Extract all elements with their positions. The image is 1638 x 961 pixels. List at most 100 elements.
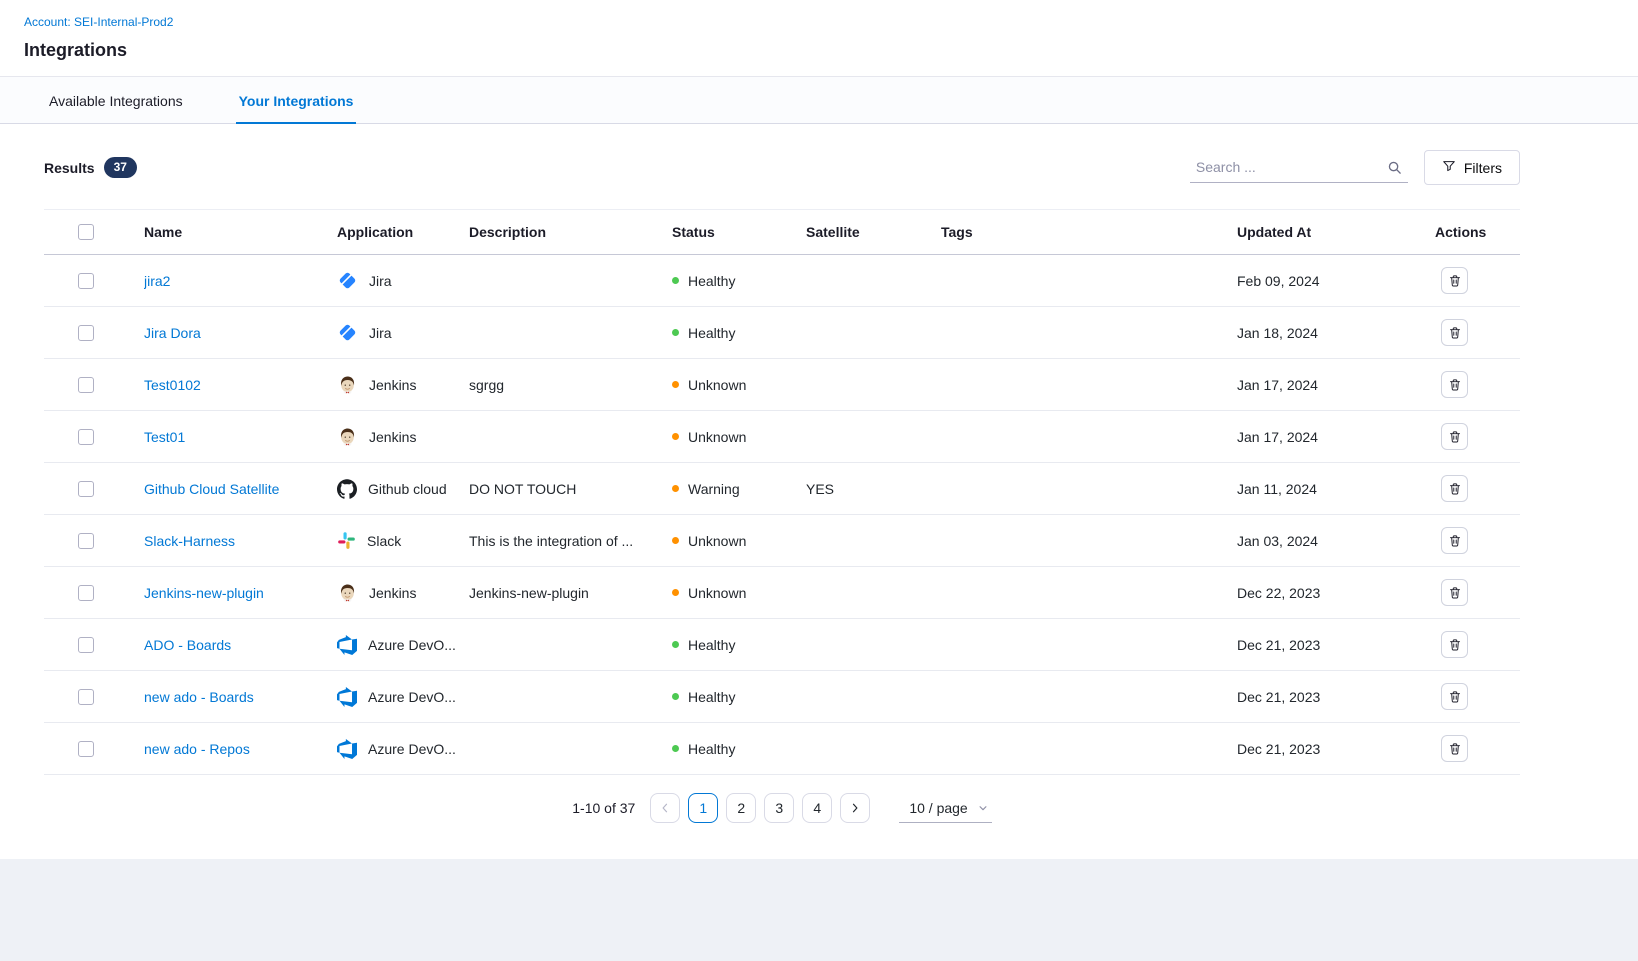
delete-button[interactable] <box>1441 267 1468 294</box>
status-label: Healthy <box>688 689 735 705</box>
filters-button[interactable]: Filters <box>1424 150 1520 185</box>
status-dot <box>672 693 679 700</box>
tab-your-integrations[interactable]: Your Integrations <box>236 77 357 124</box>
description-text: sgrgg <box>469 377 504 393</box>
column-header-status: Status <box>672 210 806 255</box>
azure-devops-icon <box>337 687 357 707</box>
table-row: jira2JiraHealthyFeb 09, 2024 <box>44 255 1520 307</box>
delete-button[interactable] <box>1441 475 1468 502</box>
table-row: Test01JenkinsUnknownJan 17, 2024 <box>44 411 1520 463</box>
status-label: Unknown <box>688 429 746 445</box>
table-row: Test0102JenkinssgrggUnknownJan 17, 2024 <box>44 359 1520 411</box>
pagination-range: 1-10 of 37 <box>572 800 635 816</box>
integration-name-link[interactable]: Slack-Harness <box>144 533 235 549</box>
results-count-badge: 37 <box>104 157 137 178</box>
column-header-updated-at: Updated At <box>1237 210 1435 255</box>
caret-down-icon <box>978 803 988 813</box>
status-dot <box>672 641 679 648</box>
updated-at: Feb 09, 2024 <box>1237 273 1320 289</box>
row-checkbox[interactable] <box>78 741 94 757</box>
status-label: Warning <box>688 481 740 497</box>
page-button-3[interactable]: 3 <box>764 793 794 823</box>
table-body: jira2JiraHealthyFeb 09, 2024Jira DoraJir… <box>44 255 1520 775</box>
updated-at: Dec 21, 2023 <box>1237 741 1320 757</box>
delete-button[interactable] <box>1441 371 1468 398</box>
select-all-checkbox[interactable] <box>78 224 94 240</box>
integration-name-link[interactable]: Jira Dora <box>144 325 201 341</box>
integration-name-link[interactable]: Test0102 <box>144 377 201 393</box>
row-checkbox[interactable] <box>78 325 94 341</box>
pagination-pages: 1234 <box>650 793 870 823</box>
search-icon <box>1387 160 1402 175</box>
integration-name-link[interactable]: jira2 <box>144 273 170 289</box>
jenkins-icon <box>337 374 358 395</box>
description-text: DO NOT TOUCH <box>469 481 576 497</box>
delete-button[interactable] <box>1441 423 1468 450</box>
application-label: Jira <box>369 325 392 341</box>
row-checkbox[interactable] <box>78 273 94 289</box>
status-label: Healthy <box>688 741 735 757</box>
prev-page-button[interactable] <box>650 793 680 823</box>
jira-icon <box>337 322 358 343</box>
application-label: Azure DevO... <box>368 637 456 653</box>
pagination: 1-10 of 37 1234 10 / page <box>44 793 1520 823</box>
search-input[interactable] <box>1190 152 1408 183</box>
tab-bar: Available Integrations Your Integrations <box>0 77 1638 124</box>
table-header-row: NameApplicationDescriptionStatusSatellit… <box>44 210 1520 255</box>
content-panel: Results 37 Filters NameApplicationDescri… <box>0 124 1638 859</box>
status-label: Healthy <box>688 273 735 289</box>
row-checkbox[interactable] <box>78 481 94 497</box>
next-page-button[interactable] <box>840 793 870 823</box>
azure-devops-icon <box>337 739 357 759</box>
satellite-value: YES <box>806 481 834 497</box>
page-button-1[interactable]: 1 <box>688 793 718 823</box>
table-row: ADO - BoardsAzure DevO...HealthyDec 21, … <box>44 619 1520 671</box>
table-row: Jenkins-new-pluginJenkinsJenkins-new-plu… <box>44 567 1520 619</box>
trash-icon <box>1448 326 1462 340</box>
page-button-4[interactable]: 4 <box>802 793 832 823</box>
trash-icon <box>1448 690 1462 704</box>
slack-icon <box>337 531 356 550</box>
column-header-name: Name <box>144 210 337 255</box>
account-link[interactable]: Account: SEI-Internal-Prod2 <box>24 15 173 29</box>
integration-name-link[interactable]: Github Cloud Satellite <box>144 481 279 497</box>
row-checkbox[interactable] <box>78 689 94 705</box>
jenkins-icon <box>337 426 358 447</box>
application-label: Jenkins <box>369 585 416 601</box>
status-label: Unknown <box>688 377 746 393</box>
status-dot <box>672 537 679 544</box>
row-checkbox[interactable] <box>78 429 94 445</box>
integration-name-link[interactable]: Jenkins-new-plugin <box>144 585 264 601</box>
integration-name-link[interactable]: ADO - Boards <box>144 637 231 653</box>
integration-name-link[interactable]: new ado - Repos <box>144 741 250 757</box>
row-checkbox[interactable] <box>78 533 94 549</box>
trash-icon <box>1448 534 1462 548</box>
page-header: Account: SEI-Internal-Prod2 Integrations <box>0 0 1638 77</box>
status-label: Unknown <box>688 585 746 601</box>
toolbar: Results 37 Filters <box>44 150 1520 185</box>
delete-button[interactable] <box>1441 319 1468 346</box>
trash-icon <box>1448 430 1462 444</box>
integration-name-link[interactable]: new ado - Boards <box>144 689 254 705</box>
status-dot <box>672 381 679 388</box>
delete-button[interactable] <box>1441 579 1468 606</box>
row-checkbox[interactable] <box>78 585 94 601</box>
delete-button[interactable] <box>1441 735 1468 762</box>
delete-button[interactable] <box>1441 631 1468 658</box>
page-size-select[interactable]: 10 / page <box>899 794 991 823</box>
integration-name-link[interactable]: Test01 <box>144 429 185 445</box>
delete-button[interactable] <box>1441 683 1468 710</box>
page-title: Integrations <box>24 40 1614 61</box>
status-dot <box>672 277 679 284</box>
delete-button[interactable] <box>1441 527 1468 554</box>
page-button-2[interactable]: 2 <box>726 793 756 823</box>
tab-available-integrations[interactable]: Available Integrations <box>46 77 186 124</box>
search-box <box>1190 152 1408 183</box>
row-checkbox[interactable] <box>78 377 94 393</box>
row-checkbox[interactable] <box>78 637 94 653</box>
jenkins-icon <box>337 582 358 603</box>
results-label: Results <box>44 160 95 176</box>
trash-icon <box>1448 378 1462 392</box>
column-header-satellite: Satellite <box>806 210 941 255</box>
updated-at: Jan 18, 2024 <box>1237 325 1318 341</box>
